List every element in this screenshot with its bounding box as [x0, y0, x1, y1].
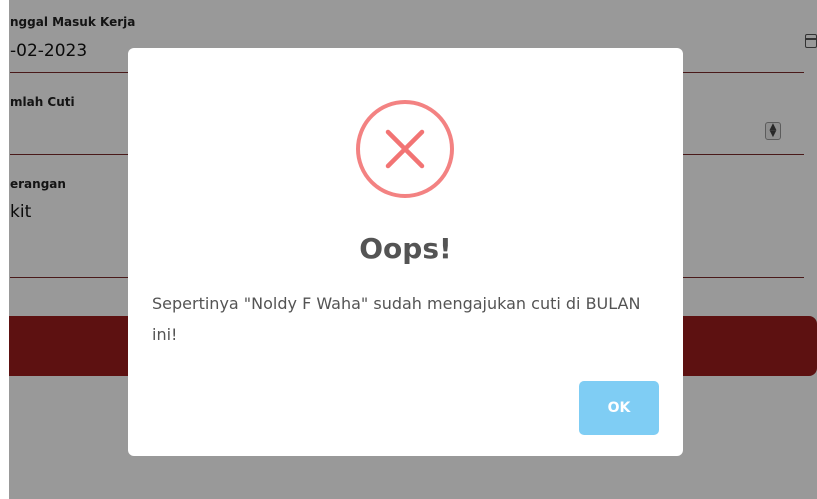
error-x-icon — [356, 100, 454, 198]
dialog-title: Oops! — [359, 232, 452, 265]
dialog-message: Sepertinya "Noldy F Waha" sudah mengajuk… — [152, 294, 641, 344]
ok-button[interactable]: OK — [579, 381, 659, 435]
left-edge — [0, 0, 9, 499]
alert-dialog: Oops! Sepertinya "Noldy F Waha" sudah me… — [128, 48, 683, 456]
